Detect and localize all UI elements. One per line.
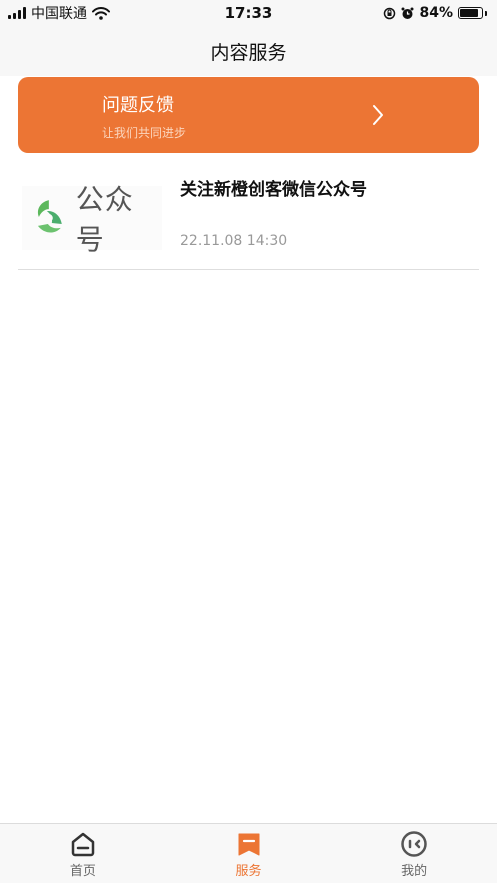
carrier-name: 中国联通: [31, 6, 87, 22]
tab-label: 首页: [69, 864, 96, 879]
service-icon: [238, 833, 259, 856]
status-bar: 中国联通 17:33 84%: [0, 0, 497, 26]
battery-icon: [458, 7, 487, 19]
signal-icon: [8, 7, 26, 19]
orientation-lock-icon: [384, 7, 396, 19]
status-left: 中国联通: [8, 3, 110, 23]
thumbnail-text: 公众号: [75, 183, 134, 256]
list-item[interactable]: 公众号 关注新橙创客微信公众号 22.11.08 14:30: [18, 158, 479, 270]
article-timestamp: 22.11.08 14:30: [180, 233, 288, 249]
status-right: 84%: [383, 5, 487, 21]
tab-bar: 首页 服务 我的: [0, 823, 497, 883]
tab-home[interactable]: 首页: [0, 824, 166, 883]
battery-percent: 84%: [419, 5, 453, 21]
wechat-official-account-logo-icon: [37, 200, 62, 233]
alarm-icon: [401, 7, 414, 19]
status-time: 17:33: [224, 4, 273, 22]
home-icon: [71, 832, 95, 857]
feedback-subtitle: 让我们共同进步: [102, 126, 187, 140]
page-title: 内容服务: [210, 41, 287, 64]
app-screen: 中国联通 17:33 84% 内容服务 问题反馈 让我们共同进步 公众号 关注新…: [0, 0, 497, 883]
article-thumbnail: 公众号: [22, 183, 162, 256]
tab-profile[interactable]: 我的: [331, 824, 497, 883]
profile-icon: [401, 831, 427, 857]
tab-label: 我的: [401, 864, 428, 879]
wifi-icon: [92, 6, 110, 20]
article-title: 关注新橙创客微信公众号: [180, 180, 367, 200]
tab-service[interactable]: 服务: [166, 824, 332, 883]
feedback-banner[interactable]: 问题反馈 让我们共同进步: [18, 77, 479, 153]
feedback-title: 问题反馈: [102, 95, 174, 116]
chevron-right-icon: [373, 105, 383, 125]
tab-label: 服务: [235, 864, 262, 879]
nav-header: 内容服务: [0, 26, 497, 76]
